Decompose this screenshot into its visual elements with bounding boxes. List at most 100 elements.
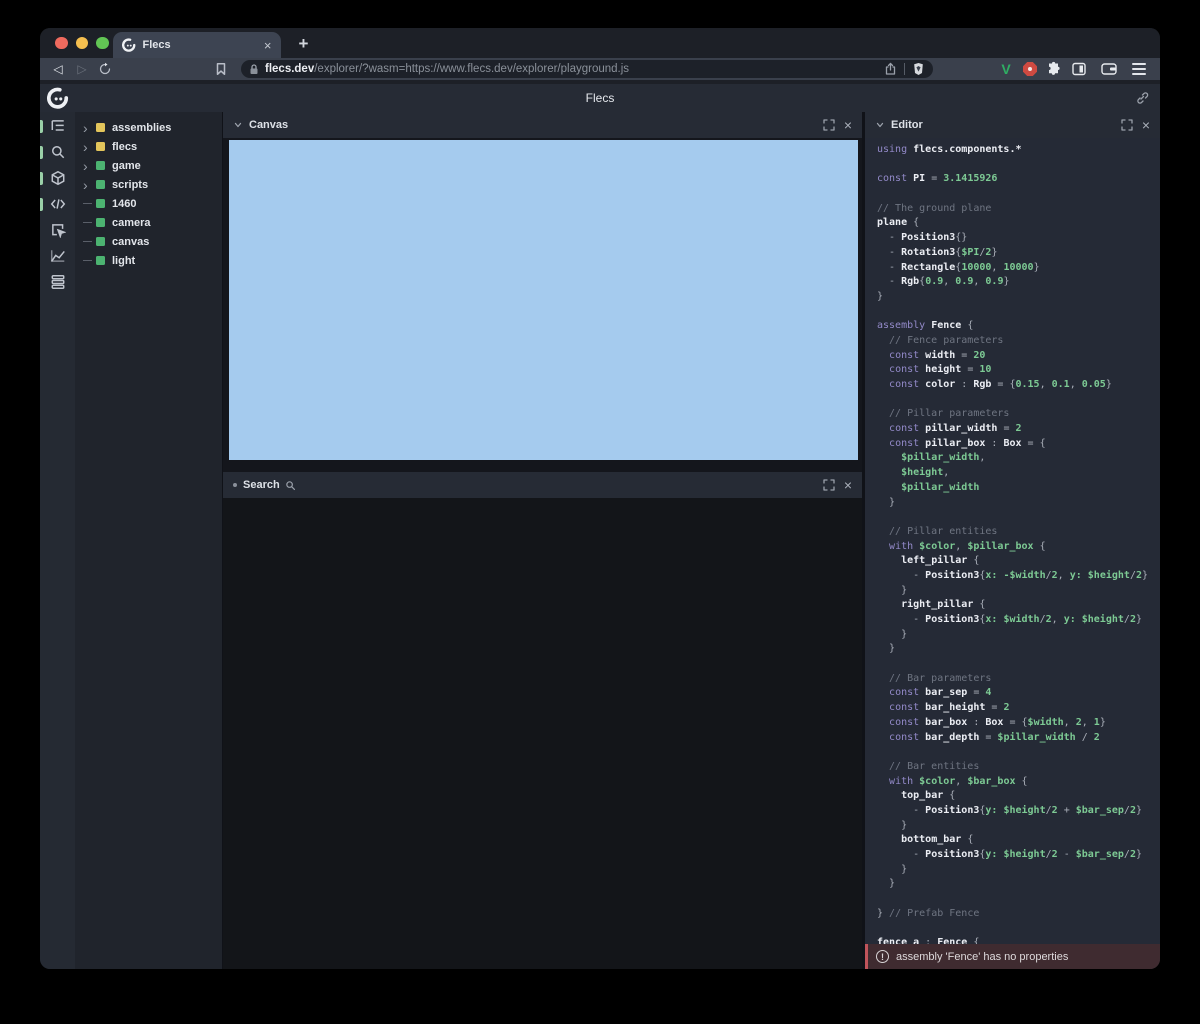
rail-item-hierarchy[interactable] (40, 118, 75, 135)
search-icon (285, 480, 296, 491)
leaf-dash-icon (83, 241, 95, 242)
zoom-window-button[interactable] (96, 37, 109, 50)
rail-item-scene[interactable] (40, 170, 75, 187)
leaf-dash-icon (83, 203, 95, 204)
share-icon[interactable] (884, 62, 897, 76)
wallet-icon[interactable] (1100, 61, 1118, 77)
leaf-dash-icon (83, 222, 95, 223)
expand-chevron-icon[interactable]: › (83, 140, 95, 154)
code-line (877, 187, 1160, 202)
code-line: - Rectangle{10000, 10000} (877, 261, 1160, 276)
forward-button[interactable]: ▷ (74, 62, 90, 76)
entity-square-icon (96, 256, 105, 265)
error-message: assembly 'Fence' has no properties (896, 951, 1068, 963)
entity-tree-panel: ›assemblies›flecs›game›scripts1460camera… (75, 112, 222, 969)
code-line: const pillar_box : Box = { (877, 437, 1160, 452)
chevron-down-icon[interactable] (233, 120, 243, 130)
tab-close-icon[interactable]: × (264, 39, 272, 52)
code-line: $pillar_width (877, 481, 1160, 496)
side-panel-icon[interactable] (1071, 61, 1087, 77)
fullscreen-icon[interactable] (823, 119, 835, 131)
code-line (877, 393, 1160, 408)
code-editor[interactable]: using flecs.components.* const PI = 3.14… (865, 138, 1160, 951)
editor-panel-title: Editor (891, 119, 923, 131)
code-line: } (877, 877, 1160, 892)
canvas-panel-body (223, 138, 862, 472)
tree-item-assemblies[interactable]: ›assemblies (75, 118, 222, 137)
close-icon[interactable]: × (1142, 118, 1150, 132)
entity-square-icon (96, 142, 105, 151)
expand-chevron-icon[interactable]: › (83, 159, 95, 173)
code-line: with $color, $pillar_box { (877, 540, 1160, 555)
entity-square-icon (96, 199, 105, 208)
share-link-icon[interactable] (1135, 91, 1149, 105)
canvas-3d-view[interactable] (229, 140, 858, 460)
code-line: } (877, 584, 1160, 599)
tree-item-scripts[interactable]: ›scripts (75, 175, 222, 194)
code-line: - Position3{y: $height/2 - $bar_sep/2} (877, 848, 1160, 863)
search-panel-title: Search (243, 479, 280, 491)
tree-item-label: 1460 (112, 198, 136, 210)
rail-item-search[interactable] (40, 144, 75, 161)
expand-chevron-icon[interactable]: › (83, 121, 95, 135)
code-line: assembly Fence { (877, 319, 1160, 334)
code-line: // The ground plane (877, 202, 1160, 217)
close-icon[interactable]: × (844, 118, 852, 132)
code-line: - Position3{x: $width/2, y: $height/2} (877, 613, 1160, 628)
tree-item-label: light (112, 255, 135, 267)
tree-item-camera[interactable]: camera (75, 213, 222, 232)
v-extension-icon[interactable]: V (998, 61, 1014, 77)
flecs-favicon (122, 38, 136, 52)
close-icon[interactable]: × (844, 478, 852, 492)
tree-item-canvas[interactable]: canvas (75, 232, 222, 251)
app-header: Flecs (40, 84, 1160, 112)
code-line: left_pillar { (877, 554, 1160, 569)
minimize-window-button[interactable] (76, 37, 89, 50)
active-indicator (40, 120, 43, 133)
entity-square-icon (96, 161, 105, 170)
entity-square-icon (96, 180, 105, 189)
back-button[interactable]: ◁ (50, 62, 66, 76)
chart-icon (50, 248, 66, 264)
code-line: } (877, 642, 1160, 657)
tree-item-light[interactable]: light (75, 251, 222, 270)
code-line: } // Prefab Fence (877, 907, 1160, 922)
lock-icon (249, 64, 259, 75)
code-line: } (877, 819, 1160, 834)
code-line (877, 158, 1160, 173)
left-icon-rail (40, 112, 75, 969)
browser-tab[interactable]: Flecs × (113, 32, 281, 58)
rail-item-inspect[interactable] (40, 222, 75, 239)
fullscreen-icon[interactable] (823, 479, 835, 491)
rail-item-stats[interactable] (40, 248, 75, 265)
browser-toolbar: ◁ ▷ flecs.dev/explorer/?wasm=https://www… (40, 58, 1160, 80)
brave-shield-icon[interactable] (912, 62, 925, 76)
code-line: const PI = 3.1415926 (877, 172, 1160, 187)
chevron-down-icon[interactable] (875, 120, 885, 130)
code-line (877, 510, 1160, 525)
hierarchy-icon (50, 118, 66, 134)
expand-chevron-icon[interactable]: › (83, 178, 95, 192)
rail-item-editor[interactable] (40, 196, 75, 213)
bookmarks-icon[interactable] (214, 62, 228, 76)
code-line: top_bar { (877, 789, 1160, 804)
collapse-dot-icon[interactable] (233, 483, 237, 487)
tree-item-label: game (112, 160, 141, 172)
code-line: } (877, 863, 1160, 878)
fullscreen-icon[interactable] (1121, 119, 1133, 131)
code-line: } (877, 496, 1160, 511)
reload-button[interactable] (98, 62, 112, 76)
code-icon (50, 196, 66, 212)
tree-item-1460[interactable]: 1460 (75, 194, 222, 213)
search-panel-body[interactable] (223, 498, 862, 969)
cube-icon (50, 170, 66, 186)
new-tab-button[interactable]: + (293, 33, 315, 55)
tree-item-flecs[interactable]: ›flecs (75, 137, 222, 156)
close-window-button[interactable] (55, 37, 68, 50)
tree-item-game[interactable]: › game (75, 156, 222, 175)
url-bar[interactable]: flecs.dev/explorer/?wasm=https://www.fle… (241, 60, 933, 78)
extensions-puzzle-icon[interactable] (1046, 61, 1062, 77)
adblock-extension-icon[interactable] (1023, 62, 1037, 76)
rail-item-queries[interactable] (40, 274, 75, 291)
browser-menu-icon[interactable] (1132, 63, 1146, 75)
